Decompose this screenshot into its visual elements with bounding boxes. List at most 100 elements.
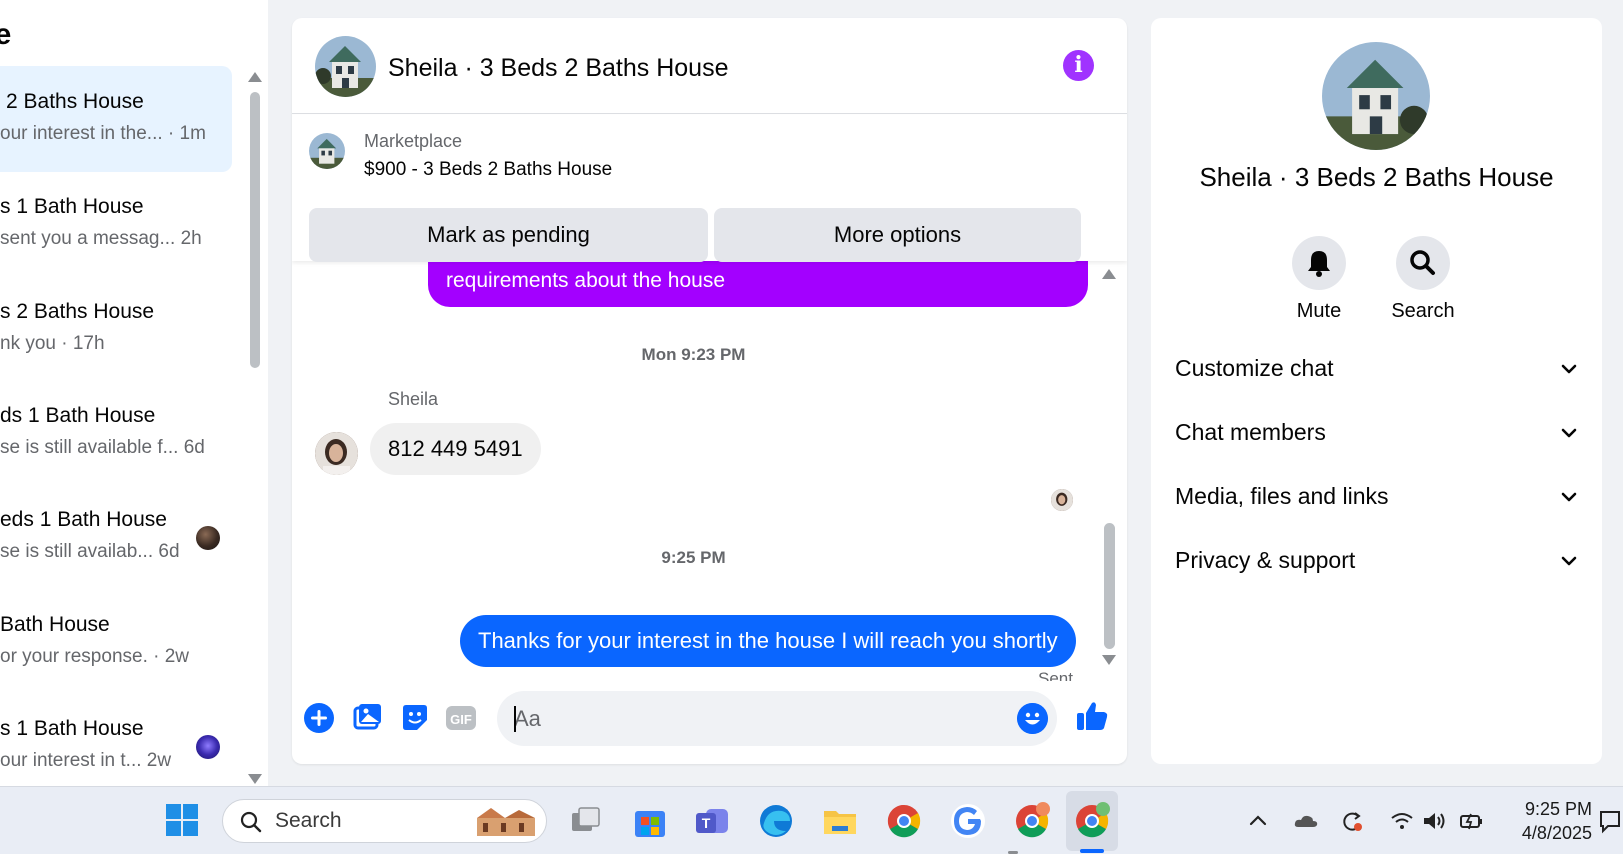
section-title: Customize chat [1175, 355, 1334, 381]
active-app-indicator [1080, 849, 1104, 853]
mark-as-pending-button[interactable]: Mark as pending [309, 208, 708, 262]
outgoing-message-bubble[interactable]: Thanks for your interest in the house I … [460, 615, 1076, 667]
mute-label: Mute [1296, 300, 1342, 322]
conversation-preview: or your response. · 2w [0, 646, 190, 667]
conversation-sidebar: ce 2 Baths House our interest in the... … [0, 0, 268, 786]
plus-icon[interactable] [302, 701, 336, 735]
conversation-name: ds 1 Bath House [0, 404, 156, 427]
gif-icon[interactable]: GIF [444, 701, 478, 735]
chevron-up-icon[interactable] [1244, 807, 1272, 835]
incoming-message-bubble[interactable]: 812 449 5491 [370, 423, 541, 475]
mute-button[interactable]: Mute [1274, 236, 1364, 323]
conversation-preview: nk you · 17h [0, 333, 105, 354]
message-input-wrapper[interactable] [497, 691, 1057, 746]
conversation-name: s 2 Baths House [0, 300, 155, 323]
conversation-item[interactable]: Bath House or your response. · 2w [0, 589, 232, 695]
search-chat-button[interactable]: Search [1378, 236, 1468, 323]
message-input[interactable] [514, 691, 1004, 746]
windows-start-icon[interactable] [165, 803, 199, 837]
section-title: Privacy & support [1175, 547, 1356, 573]
media-files-links-section[interactable]: Media, files and links [1175, 473, 1579, 521]
privacy-support-section[interactable]: Privacy & support [1175, 537, 1579, 585]
bell-icon [1292, 236, 1346, 290]
conversation-preview: our interest in t... 2w [0, 750, 172, 771]
chat-members-section[interactable]: Chat members [1175, 409, 1579, 457]
onedrive-cloud-icon[interactable] [1292, 807, 1320, 835]
taskbar-search-box[interactable] [222, 799, 547, 843]
clock-date: 4/8/2025 [1521, 823, 1592, 843]
outgoing-message-bubble[interactable]: requirements about the house [428, 261, 1088, 307]
conversation-item[interactable]: eds 1 Bath House se is still availab... … [0, 484, 232, 590]
house-avatar[interactable] [315, 36, 376, 97]
marketplace-label: Marketplace [364, 131, 463, 151]
timestamp: Mon 9:23 PM [641, 345, 746, 364]
conversation-name: eds 1 Bath House [0, 508, 167, 531]
customize-chat-section[interactable]: Customize chat [1175, 345, 1579, 393]
message-text: requirements about the house [446, 269, 726, 292]
clock-time: 9:25 PM [1524, 799, 1592, 819]
listing-title[interactable]: $900 - 3 Beds 2 Baths House [364, 159, 612, 181]
chat-scrollbar[interactable] [1100, 261, 1118, 681]
sender-avatar[interactable] [315, 432, 358, 475]
scrollbar-thumb[interactable] [1104, 523, 1115, 649]
section-title: Media, files and links [1175, 483, 1389, 509]
chrome-icon[interactable] [884, 801, 924, 841]
scroll-up-arrow-icon[interactable] [1102, 269, 1116, 279]
chevron-down-icon [1561, 364, 1577, 374]
search-label: Search [1391, 300, 1455, 322]
google-icon[interactable] [948, 801, 988, 841]
chrome-profile-icon[interactable] [1012, 801, 1052, 841]
wifi-icon[interactable] [1388, 807, 1416, 835]
listing-thumbnail[interactable] [309, 133, 345, 169]
conversation-name: Bath House [0, 613, 110, 636]
conversation-item[interactable]: ds 1 Bath House se is still available f.… [0, 380, 232, 486]
edge-browser-icon[interactable] [756, 801, 796, 841]
notification-icon[interactable] [1596, 807, 1623, 835]
search-highlight-image-icon [477, 808, 535, 836]
battery-charging-icon[interactable] [1458, 807, 1486, 835]
file-explorer-icon[interactable] [820, 801, 860, 841]
conversation-preview: se is still availab... 6d [0, 541, 180, 562]
message-list: requirements about the house Mon 9:23 PM… [292, 261, 1127, 681]
chat-title: Sheila · 3 Beds 2 Baths House [388, 54, 729, 82]
scroll-up-arrow-icon[interactable] [248, 72, 262, 82]
info-icon[interactable]: i [1063, 50, 1094, 81]
like-thumbs-up-icon[interactable] [1074, 698, 1110, 734]
conversation-item[interactable]: s 1 Bath House our interest in t... 2w [0, 693, 232, 786]
scrollbar-thumb[interactable] [250, 92, 260, 368]
timestamp: 9:25 PM [661, 548, 726, 567]
windows-taskbar: T 9:25 PM 4/8/2025 [0, 786, 1623, 854]
conversation-item[interactable]: s 1 Bath House sent you a messag... 2h [0, 171, 232, 277]
profile-avatar[interactable] [1322, 42, 1430, 150]
photo-icon[interactable] [350, 701, 384, 735]
volume-icon[interactable] [1420, 807, 1448, 835]
sidebar-title: ce [0, 18, 12, 51]
emoji-icon[interactable] [1017, 703, 1048, 734]
scroll-down-arrow-icon[interactable] [248, 774, 262, 784]
conversation-item[interactable]: 2 Baths House our interest in the... · 1… [0, 66, 232, 172]
chat-header: Sheila · 3 Beds 2 Baths House i [292, 18, 1127, 114]
sticker-icon[interactable] [398, 701, 432, 735]
system-clock[interactable]: 9:25 PM 4/8/2025 [1512, 797, 1592, 845]
read-receipt-avatar [1051, 489, 1073, 511]
sync-icon[interactable] [1338, 807, 1366, 835]
taskbar-search-input[interactable] [275, 800, 445, 842]
sender-name: Sheila [388, 389, 439, 409]
microsoft-store-icon[interactable] [630, 801, 670, 841]
contact-avatar [196, 735, 220, 759]
chrome-profile-active-icon[interactable] [1072, 801, 1112, 841]
profile-name: Sheila · 3 Beds 2 Baths House [1199, 162, 1554, 192]
conversation-item[interactable]: s 2 Baths House nk you · 17h [0, 276, 232, 382]
contact-avatar [196, 526, 220, 550]
conversation-name: s 1 Bath House [0, 717, 144, 740]
message-text: Thanks for your interest in the house I … [478, 628, 1058, 653]
sidebar-scrollbar[interactable] [244, 70, 262, 786]
conversation-preview: sent you a messag... 2h [0, 228, 202, 249]
message-status: Sent [1038, 669, 1073, 681]
scroll-down-arrow-icon[interactable] [1102, 655, 1116, 665]
message-composer: GIF [292, 681, 1127, 764]
svg-text:T: T [702, 815, 711, 831]
teams-icon[interactable]: T [692, 801, 732, 841]
more-options-button[interactable]: More options [714, 208, 1081, 262]
task-view-icon[interactable] [566, 801, 606, 841]
